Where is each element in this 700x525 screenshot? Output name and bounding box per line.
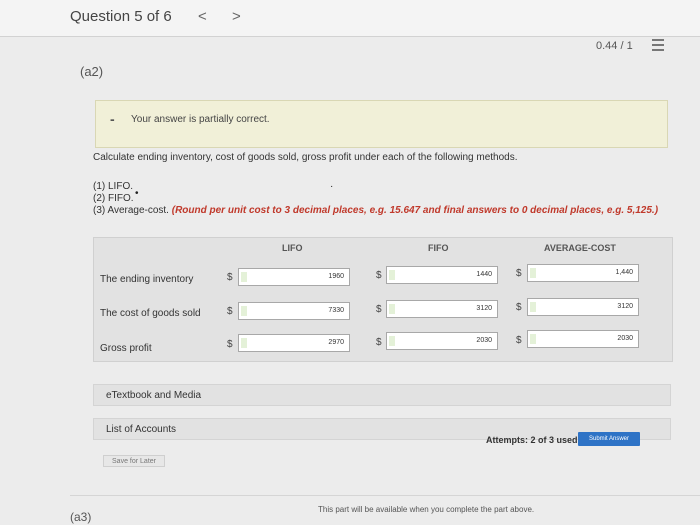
attempts-counter: Attempts: 2 of 3 used bbox=[486, 435, 578, 445]
partial-correct-icon: - bbox=[110, 111, 115, 127]
currency-symbol: $ bbox=[516, 268, 522, 279]
input-value: 2030 bbox=[617, 335, 633, 342]
next-part-note: This part will be available when you com… bbox=[318, 505, 535, 514]
currency-symbol: $ bbox=[516, 302, 522, 313]
feedback-text: Your answer is partially correct. bbox=[131, 114, 270, 125]
currency-symbol: $ bbox=[227, 306, 233, 317]
row-label-ending-inventory: The ending inventory bbox=[100, 274, 194, 285]
input-value: 1,440 bbox=[615, 269, 633, 276]
question-list-icon[interactable] bbox=[652, 39, 664, 51]
correct-indicator bbox=[530, 302, 536, 312]
average-gross-profit-input[interactable]: 2030 bbox=[527, 330, 639, 348]
rounding-instruction: (Round per unit cost to 3 decimal places… bbox=[171, 205, 659, 216]
fifo-gross-profit-input[interactable]: 2030 bbox=[386, 332, 498, 350]
save-for-later-button[interactable]: Save for Later bbox=[103, 455, 165, 467]
divider bbox=[70, 495, 700, 496]
lifo-ending-inventory-input[interactable]: 1960 bbox=[238, 268, 350, 286]
correct-indicator bbox=[389, 336, 395, 346]
input-value: 2030 bbox=[476, 337, 492, 344]
method-item-label: (3) Average-cost. bbox=[93, 205, 169, 216]
submit-answer-button[interactable]: Submit Answer bbox=[578, 432, 640, 446]
input-value: 7330 bbox=[328, 307, 344, 314]
column-header-fifo: FIFO bbox=[428, 243, 449, 253]
method-item: (1) LIFO. bbox=[93, 181, 134, 192]
currency-symbol: $ bbox=[227, 339, 233, 350]
input-value: 1960 bbox=[328, 273, 344, 280]
next-part-label: (a3) bbox=[70, 510, 92, 524]
bullet-dot-icon: • bbox=[135, 188, 139, 199]
question-prompt: Calculate ending inventory, cost of good… bbox=[93, 152, 518, 163]
input-value: 3120 bbox=[476, 305, 492, 312]
correct-indicator bbox=[241, 272, 247, 282]
top-bar: Question 5 of 6 < > bbox=[0, 0, 700, 37]
correct-indicator bbox=[241, 306, 247, 316]
column-header-lifo: LIFO bbox=[282, 243, 303, 253]
currency-symbol: $ bbox=[376, 270, 382, 281]
lifo-cost-of-goods-sold-input[interactable]: 7330 bbox=[238, 302, 350, 320]
method-list: (1) LIFO. (2) FIFO. (3) Average-cost. (R… bbox=[93, 181, 658, 217]
correct-indicator bbox=[389, 270, 395, 280]
method-item: (3) Average-cost. (Round per unit cost t… bbox=[93, 205, 658, 217]
question-title: Question 5 of 6 bbox=[70, 8, 172, 25]
lifo-gross-profit-input[interactable]: 2970 bbox=[238, 334, 350, 352]
currency-symbol: $ bbox=[376, 304, 382, 315]
currency-symbol: $ bbox=[516, 335, 522, 346]
fifo-cost-of-goods-sold-input[interactable]: 3120 bbox=[386, 300, 498, 318]
average-ending-inventory-input[interactable]: 1,440 bbox=[527, 264, 639, 282]
row-label-cost-of-goods-sold: The cost of goods sold bbox=[100, 308, 201, 319]
cursor-dot-icon: · bbox=[330, 181, 334, 192]
input-value: 3120 bbox=[617, 303, 633, 310]
fifo-ending-inventory-input[interactable]: 1440 bbox=[386, 266, 498, 284]
feedback-banner: - Your answer is partially correct. bbox=[95, 100, 668, 148]
correct-indicator bbox=[241, 338, 247, 348]
input-value: 2970 bbox=[328, 339, 344, 346]
currency-symbol: $ bbox=[376, 337, 382, 348]
average-cost-of-goods-sold-input[interactable]: 3120 bbox=[527, 298, 639, 316]
column-header-average-cost: AVERAGE-COST bbox=[544, 243, 616, 253]
part-label: (a2) bbox=[80, 64, 104, 79]
previous-question-icon[interactable]: < bbox=[198, 8, 207, 25]
etextbook-and-media-link[interactable]: eTextbook and Media bbox=[93, 384, 671, 406]
method-item: (2) FIFO. bbox=[93, 193, 134, 204]
correct-indicator bbox=[530, 268, 536, 278]
row-label-gross-profit: Gross profit bbox=[100, 343, 152, 354]
score: 0.44 / 1 bbox=[596, 40, 633, 52]
input-value: 1440 bbox=[476, 271, 492, 278]
currency-symbol: $ bbox=[227, 272, 233, 283]
correct-indicator bbox=[389, 304, 395, 314]
next-question-icon[interactable]: > bbox=[232, 8, 241, 25]
correct-indicator bbox=[530, 334, 536, 344]
